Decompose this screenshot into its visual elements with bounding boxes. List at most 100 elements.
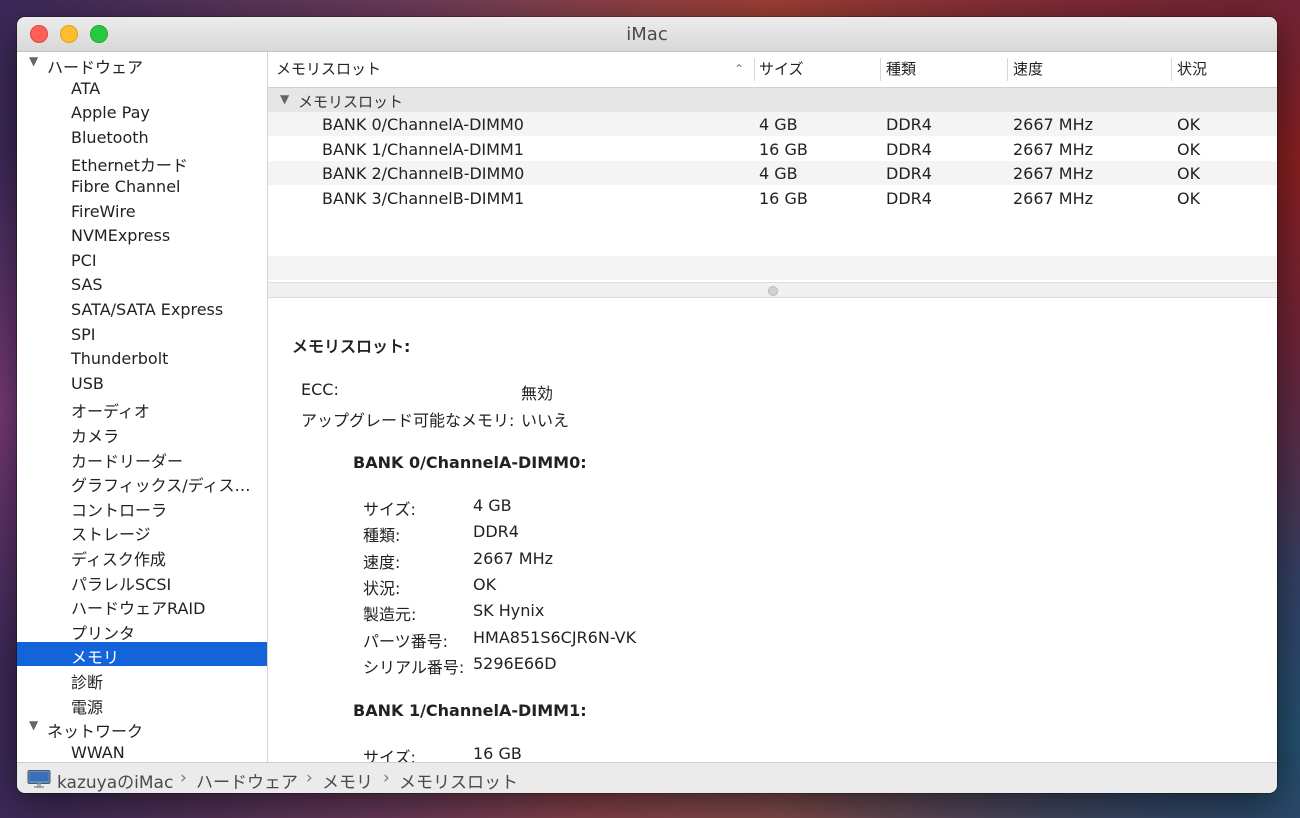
sidebar-item-item-14[interactable]: オーディオ bbox=[17, 396, 267, 422]
sidebar-item-label: Thunderbolt bbox=[71, 349, 169, 369]
status-cell: OK bbox=[1177, 139, 1201, 159]
size-cell: 4 GB bbox=[759, 164, 798, 183]
sidebar-item-ethernet[interactable]: Ethernetカード bbox=[17, 150, 267, 176]
split-view-divider[interactable] bbox=[268, 282, 1277, 298]
sidebar-item-label: Ethernetカード bbox=[71, 156, 188, 176]
sidebar-item-item-18[interactable]: コントローラ bbox=[17, 495, 267, 520]
column-divider[interactable] bbox=[754, 58, 755, 81]
sidebar-item-sas[interactable]: SAS bbox=[17, 273, 267, 297]
sidebar-item-label: FireWire bbox=[71, 201, 136, 221]
column-divider[interactable] bbox=[880, 58, 881, 81]
sidebar-item-label: オーディオ bbox=[71, 402, 150, 422]
sidebar-item-apple-pay[interactable]: Apple Pay bbox=[17, 101, 267, 125]
sidebar-item-item-19[interactable]: ストレージ bbox=[17, 519, 267, 544]
sidebar-item-item-24[interactable]: メモリ bbox=[17, 642, 267, 668]
disclosure-triangle-icon[interactable]: ▼ bbox=[280, 92, 289, 106]
sidebar-item-firewire[interactable]: FireWire bbox=[17, 200, 267, 224]
memory-slot-table: メモリスロット ⌃ サイズ 種類 速度 状況 ▼ メモリスロット BANK 0/… bbox=[268, 52, 1277, 282]
column-header-status[interactable]: 状況 bbox=[1177, 52, 1207, 87]
sidebar-item-label: SATA/SATA Express bbox=[71, 300, 224, 319]
sidebar-item-label: Bluetooth bbox=[71, 127, 149, 147]
table-group-row[interactable]: ▼ メモリスロット bbox=[268, 88, 1277, 112]
sidebar-item-sata-sata-express[interactable]: SATA/SATA Express bbox=[17, 298, 267, 322]
breadcrumb-memory-slot[interactable]: メモリスロット bbox=[399, 768, 518, 793]
sidebar-item-raid[interactable]: ハードウェアRAID bbox=[17, 593, 267, 619]
sidebar-group-item-27[interactable]: ▼ ネットワーク bbox=[17, 716, 267, 741]
column-divider[interactable] bbox=[1171, 58, 1172, 81]
breadcrumb-memory[interactable]: メモリ bbox=[322, 768, 373, 793]
sidebar-item-label: ATA bbox=[71, 78, 101, 98]
type-cell: DDR4 bbox=[886, 115, 932, 134]
sidebar-item-label: USB bbox=[71, 373, 104, 393]
sort-ascending-icon[interactable]: ⌃ bbox=[734, 62, 744, 76]
sidebar-item-label: Fibre Channel bbox=[71, 177, 181, 196]
sidebar-item-label: ハードウェアRAID bbox=[71, 599, 206, 619]
divider-handle-icon[interactable] bbox=[768, 286, 778, 296]
sidebar-item-thunderbolt[interactable]: Thunderbolt bbox=[17, 347, 267, 371]
bank-title: BANK 0/ChannelA-DIMM0: bbox=[353, 453, 587, 472]
type-cell: DDR4 bbox=[886, 164, 932, 183]
breadcrumb-hardware[interactable]: ハードウェア bbox=[196, 768, 298, 793]
breadcrumb-computer[interactable]: kazuyaのiMac bbox=[57, 768, 173, 793]
empty-table-row bbox=[268, 256, 1277, 280]
sidebar-item-label: PCI bbox=[71, 250, 97, 270]
bank-property-key: パーツ番号: bbox=[363, 631, 449, 651]
bank-property-value: HMA851S6CJR6N-VK bbox=[473, 627, 637, 647]
sidebar: ▼ ハードウェア ATA Apple Pay Bluetooth Ethernetカード F… bbox=[17, 52, 268, 762]
type-cell: DDR4 bbox=[886, 188, 932, 208]
disclosure-triangle-icon[interactable]: ▼ bbox=[29, 54, 38, 68]
table-row[interactable]: BANK 2/ChannelB-DIMM0 4 GB DDR4 2667 MHz OK bbox=[268, 161, 1277, 185]
speed-cell: 2667 MHz bbox=[1013, 115, 1094, 134]
size-cell: 4 GB bbox=[759, 115, 798, 134]
sidebar-item-nvmexpress[interactable]: NVMExpress bbox=[17, 224, 267, 248]
bank-property-key: シリアル番号: bbox=[363, 657, 465, 677]
sidebar-item-label: メモリ bbox=[71, 648, 120, 668]
title-bar[interactable]: iMac bbox=[17, 17, 1277, 52]
sidebar-item-item-25[interactable]: 診断 bbox=[17, 667, 267, 692]
table-row[interactable]: BANK 0/ChannelA-DIMM0 4 GB DDR4 2667 MHz OK bbox=[268, 112, 1277, 136]
column-header-size[interactable]: サイズ bbox=[759, 52, 804, 87]
sidebar-item-bluetooth[interactable]: Bluetooth bbox=[17, 126, 267, 150]
slot-cell: BANK 2/ChannelB-DIMM0 bbox=[322, 164, 525, 183]
system-information-window: iMac ▼ ハードウェア ATA Apple Pay Bluetooth Etherne… bbox=[17, 17, 1277, 793]
size-cell: 16 GB bbox=[759, 188, 808, 208]
sidebar-item-label: ハードウェア bbox=[47, 58, 144, 77]
detail-key: ECC: bbox=[301, 380, 339, 399]
detail-value: 無効 bbox=[521, 384, 554, 403]
sidebar-item-item-26[interactable]: 電源 bbox=[17, 692, 267, 717]
disclosure-triangle-icon[interactable]: ▼ bbox=[29, 718, 38, 732]
sidebar-item-pci[interactable]: PCI bbox=[17, 249, 267, 273]
sidebar-group-item-0[interactable]: ▼ ハードウェア bbox=[17, 52, 267, 77]
column-divider[interactable] bbox=[1007, 58, 1008, 81]
sidebar-item-scsi[interactable]: パラレルSCSI bbox=[17, 569, 267, 594]
column-header-type[interactable]: 種類 bbox=[886, 52, 916, 87]
slot-cell: BANK 3/ChannelB-DIMM1 bbox=[322, 188, 525, 208]
sidebar-item-label: SPI bbox=[71, 324, 96, 344]
bank-title: BANK 1/ChannelA-DIMM1: bbox=[353, 701, 587, 721]
bank-property-value: OK bbox=[473, 574, 497, 594]
sidebar-item-item-16[interactable]: カードリーダー bbox=[17, 446, 267, 471]
column-header-speed[interactable]: 速度 bbox=[1013, 52, 1043, 87]
status-cell: OK bbox=[1177, 115, 1201, 134]
sidebar-item-ata[interactable]: ATA bbox=[17, 77, 267, 101]
sidebar-item-spi[interactable]: SPI bbox=[17, 323, 267, 347]
bank-property-value: SK Hynix bbox=[473, 601, 545, 621]
sidebar-item-item-20[interactable]: ディスク作成 bbox=[17, 544, 267, 569]
sidebar-item-item-15[interactable]: カメラ bbox=[17, 421, 267, 446]
table-row[interactable]: BANK 3/ChannelB-DIMM1 16 GB DDR4 2667 MHz OK bbox=[268, 186, 1277, 210]
sidebar-item-item-23[interactable]: プリンタ bbox=[17, 618, 267, 643]
column-header-memory-slot[interactable]: メモリスロット bbox=[276, 52, 381, 87]
sidebar-item-wwan[interactable]: WWAN bbox=[17, 741, 267, 762]
path-bar: kazuyaのiMac › ハードウェア › メモリ › メモリスロット bbox=[17, 762, 1277, 793]
slot-cell: BANK 1/ChannelA-DIMM1 bbox=[322, 139, 524, 159]
bank-property-key: サイズ: bbox=[363, 500, 416, 519]
sidebar-item-usb[interactable]: USB bbox=[17, 372, 267, 396]
bank-property-value: 2667 MHz bbox=[473, 548, 554, 568]
empty-table-row bbox=[268, 232, 1277, 256]
sidebar-item-label: カードリーダー bbox=[71, 451, 184, 471]
bank-property-value: 5296E66D bbox=[473, 653, 557, 673]
table-row[interactable]: BANK 1/ChannelA-DIMM1 16 GB DDR4 2667 MHz OK bbox=[268, 137, 1277, 161]
window-title: iMac bbox=[626, 24, 668, 45]
sidebar-item-item-17[interactable]: グラフィックス/ディス… bbox=[17, 470, 267, 495]
sidebar-item-fibre-channel[interactable]: Fibre Channel bbox=[17, 175, 267, 199]
